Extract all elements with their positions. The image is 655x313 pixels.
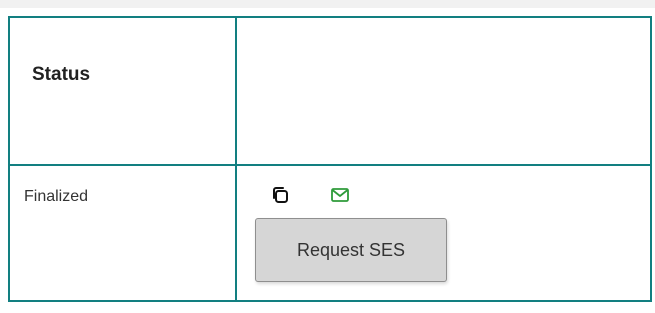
envelope-icon[interactable]: [329, 184, 351, 206]
row-cell-status: Finalized: [10, 166, 237, 300]
header-cell-status: Status: [10, 18, 237, 166]
header-cell-empty: [237, 18, 650, 166]
copy-icon[interactable]: [269, 184, 291, 206]
top-scroll-strip: [0, 0, 655, 8]
request-ses-button[interactable]: Request SES: [255, 218, 447, 282]
action-icons: [269, 184, 351, 206]
status-value: Finalized: [24, 188, 89, 205]
row-cell-actions: Request SES: [237, 166, 650, 300]
status-table: Status Finalized Request SES: [8, 16, 652, 302]
status-column-header: Status: [32, 64, 91, 85]
